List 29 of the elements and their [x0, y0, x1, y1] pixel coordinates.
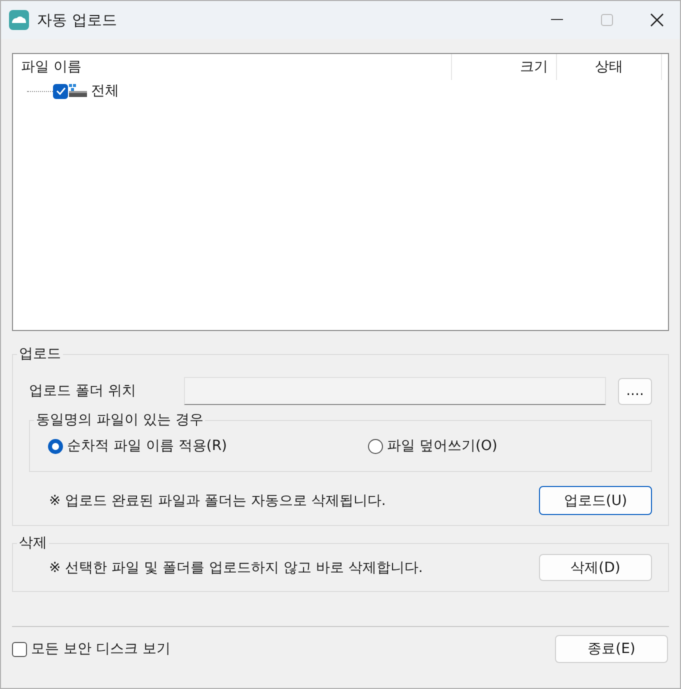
window-title: 자동 업로드 — [37, 10, 118, 30]
group-title: 업로드 — [18, 345, 62, 363]
column-header[interactable]: 파일 이름 — [13, 54, 452, 80]
column-header[interactable]: 상태 — [557, 54, 662, 80]
upload-note: ※ 업로드 완료된 파일과 폴더는 자동으로 삭제됩니다. — [48, 492, 387, 510]
folder-path-field[interactable] — [184, 377, 606, 405]
radio-label[interactable]: 파일 덮어쓰기(O) — [387, 437, 498, 455]
check-icon — [56, 87, 66, 95]
browse-button[interactable]: .... — [618, 378, 652, 404]
minimize-icon — [551, 19, 563, 21]
exit-button[interactable]: 종료(E) — [555, 635, 668, 663]
close-icon — [650, 13, 664, 27]
upload-button[interactable]: 업로드(U) — [539, 486, 652, 515]
group-title: 삭제 — [18, 534, 48, 552]
radio-button[interactable] — [368, 438, 383, 454]
checkbox[interactable] — [12, 642, 27, 656]
radio-button[interactable] — [48, 438, 63, 454]
maximize-icon — [601, 14, 613, 26]
radio-label[interactable]: 순차적 파일 이름 적용(R) — [67, 437, 228, 455]
delete-note: ※ 선택한 파일 및 폴더를 업로드하지 않고 바로 삭제합니다. — [48, 558, 424, 576]
tree-item-label[interactable]: 전체 — [91, 82, 119, 100]
folder-location-label: 업로드 폴더 위치 — [29, 382, 136, 400]
group-title: 동일명의 파일이 있는 경우 — [35, 411, 204, 429]
drive-icon — [69, 84, 87, 98]
delete-button[interactable]: 삭제(D) — [539, 554, 652, 581]
checkbox-label[interactable]: 모든 보안 디스크 보기 — [31, 640, 555, 658]
checkbox[interactable] — [53, 84, 68, 98]
column-header[interactable]: 크기 — [452, 54, 557, 80]
app-cloud-icon — [9, 10, 29, 30]
